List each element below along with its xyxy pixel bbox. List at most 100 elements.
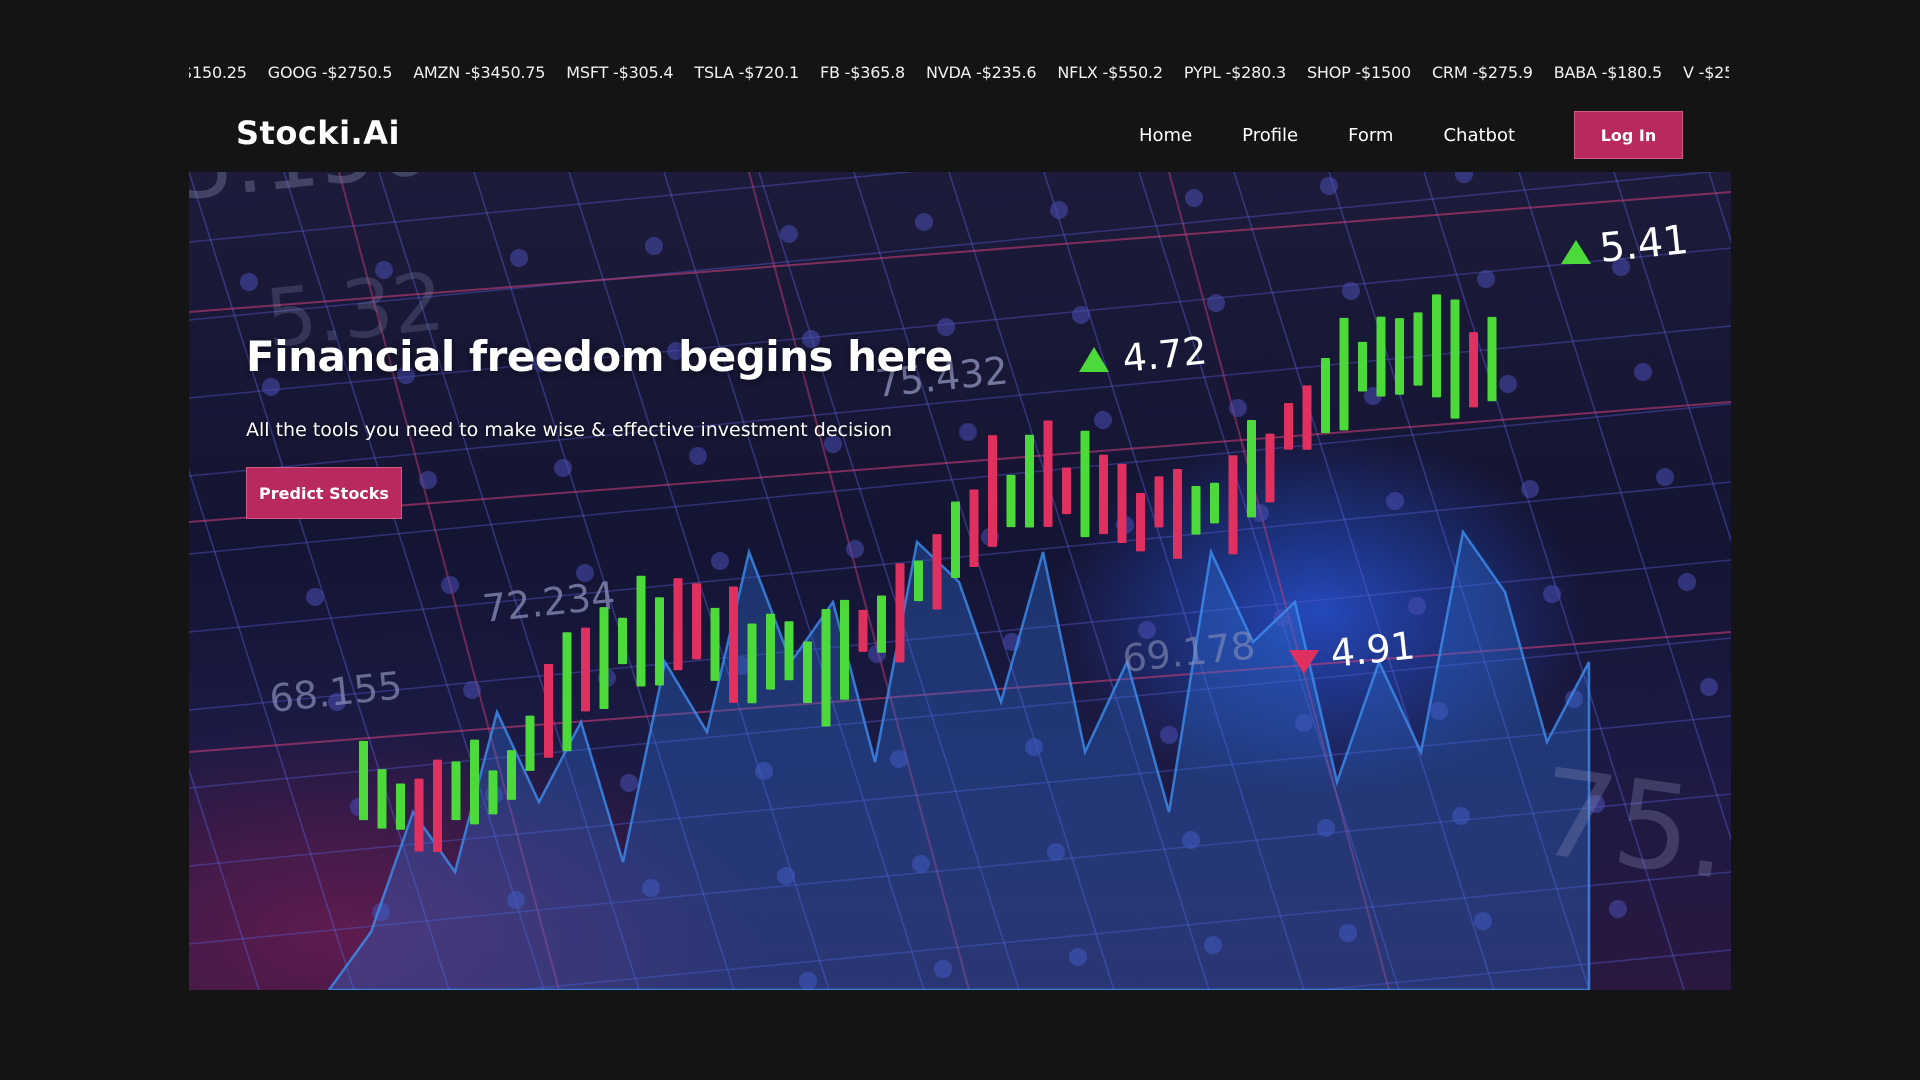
ticker-item: PYPL -$280.3 (1183, 63, 1286, 82)
candle-up (488, 770, 498, 815)
candle-down (1043, 420, 1053, 527)
navbar: Stocki.Ai Home Profile Form Chatbot Log … (189, 108, 1731, 163)
ticker-item: CRM -$275.9 (1431, 63, 1533, 82)
candle-up (655, 597, 664, 686)
candle-down (932, 534, 942, 610)
candle-up (1339, 317, 1349, 431)
up-arrow-icon (1561, 240, 1591, 264)
candle-down (692, 583, 701, 660)
candle-down (581, 627, 590, 712)
candle-up (451, 761, 461, 821)
candle-down (729, 586, 738, 703)
nav-link-home[interactable]: Home (1139, 125, 1192, 146)
candle-up (1321, 358, 1330, 434)
grid-dot (1342, 282, 1360, 300)
grid-dot (1408, 597, 1426, 615)
grid-dot (1050, 201, 1068, 219)
image-label-5150: 5.150 (189, 172, 438, 221)
ticker-item: GOOG -$2750.5 (267, 63, 393, 82)
grid-dot (959, 423, 977, 441)
stock-ticker: $150.25 GOOG -$2750.5 AMZN -$3450.75 MSF… (189, 60, 1729, 90)
grid-dot (1609, 900, 1627, 918)
grid-dot (1094, 411, 1112, 429)
candle-down (1136, 492, 1145, 552)
candle-up (1080, 430, 1090, 538)
candle-down (1302, 385, 1312, 450)
candle-up (1413, 312, 1423, 386)
image-label-75-large: 75. (1530, 743, 1731, 907)
grid-dot (1634, 363, 1652, 381)
candle-down (673, 578, 683, 671)
candle-down (1284, 403, 1293, 450)
grid-dot (1543, 585, 1561, 603)
login-button[interactable]: Log In (1574, 111, 1683, 159)
candle-down (544, 663, 553, 758)
grid-dot (1320, 177, 1338, 195)
candle-down (988, 435, 997, 547)
candle-up (470, 739, 479, 825)
candle-up (1432, 294, 1441, 398)
candle-up (618, 617, 627, 665)
grid-dot (441, 576, 459, 594)
candle-up (840, 599, 849, 700)
grid-dot (554, 459, 572, 477)
candle-up (359, 740, 368, 821)
grid-dot (1656, 468, 1674, 486)
candle-down (895, 563, 905, 663)
site-logo[interactable]: Stocki.Ai (236, 114, 400, 152)
grid-dot (915, 213, 933, 231)
grid-dot (689, 447, 707, 465)
grid-dot (711, 552, 729, 570)
ticker-item: $150.25 (189, 63, 247, 82)
candle-up (1210, 482, 1219, 524)
image-label-472: 4.72 (1120, 328, 1209, 381)
hero-title: Financial freedom begins here (246, 332, 953, 381)
candle-down (1154, 476, 1164, 528)
grid-dot (1678, 573, 1696, 591)
candle-up (877, 595, 886, 653)
nav-link-profile[interactable]: Profile (1242, 125, 1298, 146)
grid-dot (1160, 726, 1178, 744)
nav-link-chatbot[interactable]: Chatbot (1443, 125, 1515, 146)
grid-dot (1207, 294, 1225, 312)
ticker-item: V -$250.7 (1683, 63, 1729, 82)
candle-up (1450, 299, 1460, 419)
grid-dot (645, 237, 663, 255)
grid-dot (1386, 492, 1404, 510)
candle-up (396, 783, 405, 830)
candle-up (747, 623, 757, 704)
image-label-541: 5.41 (1597, 217, 1690, 272)
ticker-item: TSLA -$720.1 (694, 63, 799, 82)
candle-up (562, 632, 572, 752)
candle-up (525, 715, 535, 771)
grid-dot (1455, 172, 1473, 183)
candle-down (969, 489, 979, 568)
nav-link-form[interactable]: Form (1348, 125, 1393, 146)
hero-background-image: 5.150 5.32 68.155 72.234 75.432 69.178 4… (189, 172, 1731, 990)
grid-dot (510, 249, 528, 267)
candle-up (784, 621, 794, 681)
candle-down (1099, 454, 1108, 535)
candle-up (914, 560, 923, 602)
grid-dot (1477, 270, 1495, 288)
candle-down (1265, 433, 1275, 503)
predict-stocks-button[interactable]: Predict Stocks (246, 467, 402, 519)
candle-up (1487, 316, 1497, 402)
candle-up (1358, 341, 1367, 392)
ticker-item: NFLX -$550.2 (1057, 63, 1163, 82)
grid-dot (1229, 399, 1247, 417)
ticker-item: AMZN -$3450.75 (413, 63, 546, 82)
candle-down (1117, 463, 1127, 543)
candle-up (1247, 420, 1256, 518)
nav-links: Home Profile Form Chatbot (1139, 108, 1565, 163)
candle-down (1173, 469, 1182, 559)
candle-down (1062, 467, 1071, 515)
candle-up (1376, 316, 1386, 397)
grid-dot (1072, 306, 1090, 324)
hero-section: 5.150 5.32 68.155 72.234 75.432 69.178 4… (189, 172, 1731, 990)
candle-down (433, 759, 442, 853)
grid-dot (306, 588, 324, 606)
grid-dot (1499, 375, 1517, 393)
ticker-track: $150.25 GOOG -$2750.5 AMZN -$3450.75 MSF… (189, 63, 1729, 82)
candle-up (599, 607, 609, 709)
